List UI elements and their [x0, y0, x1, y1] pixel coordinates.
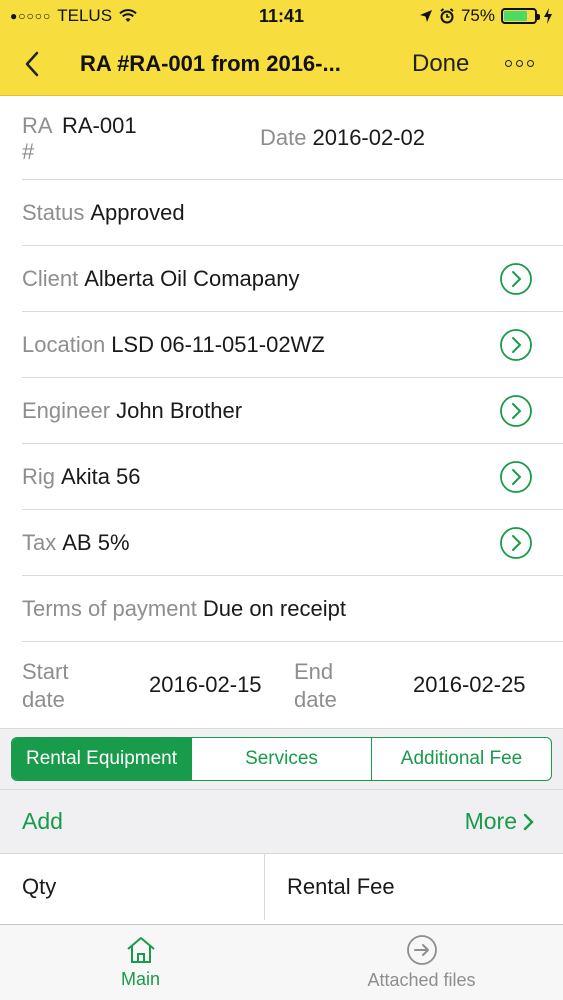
items-section: Rental Equipment Services Additional Fee… [0, 728, 563, 853]
ra-number-row: RA # RA-001 Date 2016-02-02 [22, 97, 563, 180]
done-button[interactable]: Done [412, 50, 469, 78]
chevron-circle-right-icon[interactable] [499, 526, 533, 560]
segment-services[interactable]: Services [192, 738, 372, 780]
end-date-value: 2016-02-25 [413, 672, 526, 697]
location-value: LSD 06-11-051-02WZ [111, 331, 325, 357]
terms-of-payment-row: Terms of payment Due on receipt [22, 576, 563, 642]
start-label-line2: date [22, 687, 65, 712]
date-value: 2016-02-02 [312, 125, 426, 150]
segmented-control: Rental Equipment Services Additional Fee [11, 737, 552, 781]
status-bar: ●○○○○ TELUS 11:41 75% [0, 0, 563, 32]
start-date-value: 2016-02-15 [149, 672, 262, 697]
ra-number-value: RA-001 [62, 113, 137, 138]
battery-level [504, 11, 527, 21]
ellipsis-icon [516, 60, 524, 67]
end-label-line2: date [294, 687, 337, 712]
location-label: Location [22, 331, 106, 357]
wifi-icon [119, 9, 137, 22]
date-label: Date [260, 125, 307, 150]
ra-number-label: RA # [22, 113, 62, 165]
charging-bolt-icon [544, 8, 552, 24]
location-row[interactable]: Location LSD 06-11-051-02WZ [22, 312, 563, 378]
more-label: More [464, 808, 517, 834]
location-arrow-icon [419, 10, 432, 22]
status-row: Status Approved [22, 180, 563, 246]
navigation-bar: RA #RA-001 from 2016-... Done [0, 32, 563, 96]
chevron-right-icon [523, 813, 534, 830]
client-row[interactable]: Client Alberta Oil Comapany [22, 246, 563, 312]
tax-label: Tax [22, 529, 57, 555]
chevron-circle-right-icon[interactable] [499, 328, 533, 362]
date-field: Date 2016-02-02 [260, 125, 425, 151]
ra-label-line1: RA [22, 113, 53, 138]
chevron-circle-right-icon[interactable] [499, 394, 533, 428]
start-label-line1: Start [22, 659, 69, 684]
chevron-left-icon [25, 51, 39, 76]
ra-label-line2: # [22, 139, 35, 164]
battery-percent: 75% [460, 6, 495, 25]
segment-additional-fee[interactable]: Additional Fee [372, 738, 551, 780]
detail-form: RA # RA-001 Date 2016-02-02 Status Approv… [0, 97, 563, 730]
engineer-value: John Brother [116, 397, 243, 423]
tax-value: AB 5% [62, 529, 130, 555]
client-value: Alberta Oil Comapany [84, 265, 300, 291]
end-label-line1: End [294, 659, 334, 684]
signal-strength-icon: ●○○○○ [10, 9, 52, 23]
chevron-circle-right-icon[interactable] [499, 460, 533, 494]
tab-attached-files[interactable]: Attached files [281, 925, 562, 1000]
segment-rental-equipment[interactable]: Rental Equipment [12, 738, 192, 780]
alarm-clock-icon [440, 8, 454, 24]
action-bar: Add More [0, 789, 563, 853]
client-label: Client [22, 265, 79, 291]
status-value: Approved [90, 199, 185, 225]
rig-row[interactable]: Rig Akita 56 [22, 444, 563, 510]
tab-files-label: Attached files [367, 970, 476, 990]
terms-label: Terms of payment [22, 595, 197, 621]
tab-main-label: Main [120, 969, 160, 989]
engineer-row[interactable]: Engineer John Brother [22, 378, 563, 444]
back-button[interactable] [0, 32, 64, 96]
status-label: Status [22, 199, 85, 225]
tab-bar: Main Attached files [0, 924, 563, 1000]
column-header-qty: Qty [0, 854, 265, 920]
start-date-label: Start date [22, 658, 82, 714]
home-icon [126, 937, 155, 963]
carrier-name: TELUS [57, 6, 113, 25]
ellipsis-icon [527, 60, 535, 67]
terms-value: Due on receipt [202, 595, 346, 621]
tab-main[interactable]: Main [0, 925, 281, 1000]
page-title: RA #RA-001 from 2016-... [80, 50, 341, 76]
more-options-button[interactable] [505, 60, 535, 67]
add-button[interactable]: Add [22, 808, 63, 835]
carrier-info: ●○○○○ TELUS [10, 6, 210, 26]
ellipsis-icon [505, 60, 513, 67]
column-header-rental-fee: Rental Fee [287, 874, 395, 899]
rig-label: Rig [22, 463, 56, 489]
arrow-circle-icon [406, 935, 437, 965]
tax-row[interactable]: Tax AB 5% [22, 510, 563, 576]
chevron-circle-right-icon[interactable] [499, 262, 533, 296]
end-date-label: End date [294, 658, 337, 714]
dates-row: Start date 2016-02-15 End date 2016-02-2… [22, 642, 563, 730]
battery-icon [501, 8, 540, 24]
status-indicators: 75% [419, 6, 553, 26]
rig-value: Akita 56 [61, 463, 141, 489]
engineer-label: Engineer [22, 397, 111, 423]
more-button[interactable]: More [465, 808, 535, 835]
table-header: Qty Rental Fee [0, 853, 563, 920]
